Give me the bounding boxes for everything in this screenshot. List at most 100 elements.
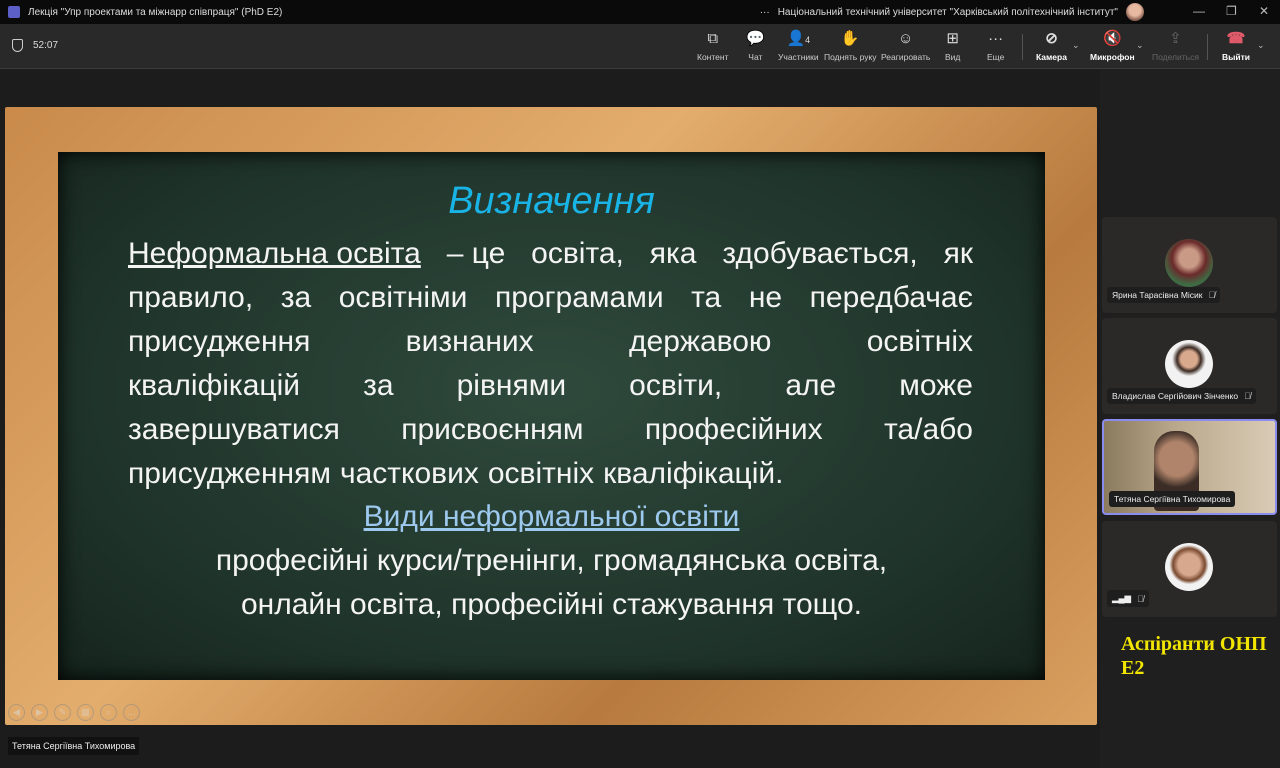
share-icon: ⇪ [1169, 30, 1182, 47]
close-icon[interactable]: ✕ [1259, 4, 1269, 18]
avatar [1165, 340, 1213, 388]
word: рівнями [456, 369, 567, 402]
microphone-button[interactable]: 🔇 Микрофон [1090, 30, 1135, 62]
chat-icon: 💬 [746, 30, 765, 47]
org-name: Національний технічний університет "Харк… [777, 6, 1118, 18]
word: – це [446, 237, 506, 270]
react-icon: ☺ [898, 30, 914, 47]
slides-icon[interactable]: ▦ [77, 704, 94, 721]
slide-body-line: присудженням часткових освітніх кваліфікаці… [128, 452, 973, 496]
word: кваліфікацій [128, 369, 301, 402]
word: присудженням [128, 457, 331, 490]
word: здобувається, [722, 237, 918, 270]
participant-tile[interactable]: Владислав Сергійович Зінченко 🎙̸ [1102, 318, 1277, 414]
title-bar: Лекція "Упр проектами та міжнарр співпра… [0, 0, 1280, 24]
restore-icon[interactable]: ❐ [1226, 4, 1237, 18]
word: освітніми [338, 281, 468, 314]
participant-tile-video[interactable]: Тетяна Сергіївна Тихомирова [1102, 419, 1277, 515]
meeting-toolbar: 52:07 ⧉ Контент 💬 Чат 👤4 Участники ✋ Поднять… [0, 24, 1280, 69]
slide-body-line: кваліфікацій за рівнями освіти, але може [128, 364, 973, 408]
participant-tile[interactable]: ▂▄▆ 🎙̸ [1102, 521, 1277, 617]
mic-off-icon: 🎙̸ [1137, 593, 1144, 604]
react-button[interactable]: ☺ Реагировать [881, 30, 930, 62]
presenter-name-label: Тетяна Сергіївна Тихомирова [8, 737, 140, 755]
word: передбачає [809, 281, 973, 314]
more-icon[interactable]: … [123, 704, 140, 721]
participants-panel: Ярина Тарасівна Місик 🎙̸ Владислав Сергій… [1100, 70, 1280, 768]
avatar [1165, 239, 1213, 287]
participant-tile[interactable]: Ярина Тарасівна Місик 🎙̸ [1102, 217, 1277, 313]
chevron-down-icon[interactable]: ⌄ [1136, 40, 1144, 51]
previous-icon[interactable]: ◀ [8, 704, 25, 721]
shield-icon [12, 39, 23, 52]
word: не [748, 281, 783, 314]
view-icon: ⊞ [946, 30, 959, 47]
window-title: Лекція "Упр проектами та міжнарр співпра… [28, 6, 283, 18]
more-button[interactable]: ··· Еще [987, 30, 1004, 62]
word: за [363, 369, 394, 402]
word: освіта, [531, 237, 624, 270]
chalkboard-slide: Визначення Неформальна освіта – це освіта… [58, 152, 1045, 680]
participants-count: 4 [805, 35, 811, 45]
participants-button[interactable]: 👤4 Участники [778, 30, 819, 62]
raise-hand-button[interactable]: ✋ Поднять руку [824, 30, 877, 62]
word: програмами [494, 281, 664, 314]
word: кваліфікацій. [603, 457, 784, 490]
zoom-icon[interactable]: ⌕ [100, 704, 117, 721]
view-button[interactable]: ⊞ Вид [945, 30, 960, 62]
word: та/або [884, 413, 973, 446]
camera-button[interactable]: ⊘ Камера [1036, 30, 1067, 62]
mic-off-icon: 🎙̸ [1244, 391, 1251, 401]
more-icon: ··· [988, 30, 1004, 47]
next-icon[interactable]: ▶ [31, 704, 48, 721]
slide-controls: ◀ ▶ ✎ ▦ ⌕ … [8, 704, 140, 721]
hang-up-icon: ☎ [1226, 30, 1246, 47]
signal-icon: ▂▄▆ [1112, 593, 1132, 603]
word: присудження [128, 325, 311, 358]
group-note: Аспіранти ОНП Е2 [1121, 633, 1267, 679]
word: завершуватися [128, 413, 340, 446]
minimize-icon[interactable]: — [1193, 4, 1205, 18]
leave-button[interactable]: ☎ Выйти [1222, 30, 1250, 62]
share-content-icon: ⧉ [707, 30, 719, 47]
share-button[interactable]: ⇪ Поделиться [1152, 30, 1199, 62]
word: визнаних [405, 325, 534, 358]
avatar [1165, 543, 1213, 591]
slide-title: Визначення [448, 180, 655, 222]
types-line: професійні курси/тренінги, громадянська … [215, 544, 888, 577]
mic-off-icon: 🎙̸ [1208, 290, 1216, 300]
word: часткових [339, 457, 479, 490]
raise-hand-icon: ✋ [840, 30, 860, 47]
user-avatar[interactable] [1126, 3, 1144, 21]
word: як [943, 237, 973, 270]
more-icon[interactable]: ··· [760, 7, 770, 18]
slide-frame: Визначення Неформальна освіта – це освіта… [5, 107, 1097, 725]
chevron-down-icon[interactable]: ⌄ [1257, 40, 1265, 51]
types-heading: Види неформальної освіти [363, 500, 740, 533]
word: може [899, 369, 973, 402]
chat-button[interactable]: 💬 Чат [746, 30, 765, 62]
word: але [785, 369, 837, 402]
pen-icon[interactable]: ✎ [54, 704, 71, 721]
slide-body-line: присудження визнаних державою освітніх [128, 320, 973, 364]
divider [1022, 34, 1023, 60]
participants-icon: 👤 [786, 30, 806, 47]
word: освітніх [866, 325, 973, 358]
word: професійних [644, 413, 823, 446]
camera-off-icon: ⊘ [1045, 30, 1058, 47]
word: присвоєнням [401, 413, 584, 446]
chevron-down-icon[interactable]: ⌄ [1072, 40, 1080, 51]
word: та [691, 281, 722, 314]
word: освіти, [629, 369, 723, 402]
word: яка [649, 237, 697, 270]
slide-body-line: Неформальна освіта – це освіта, яка здобува… [128, 232, 973, 276]
types-line: онлайн освіта, професійні стажування тощ… [240, 588, 863, 621]
slide-body: Неформальна освіта – це освіта, яка здобува… [128, 232, 973, 496]
shared-content-stage: Визначення Неформальна освіта – це освіта… [0, 70, 1100, 768]
slide-body-line: правило, за освітніми програмами та не передба… [128, 276, 973, 320]
word: правило, [128, 281, 254, 314]
teams-logo-icon [8, 6, 20, 18]
content-button[interactable]: ⧉ Контент [697, 30, 729, 62]
word: освітніх [487, 457, 595, 490]
word: за [280, 281, 312, 314]
